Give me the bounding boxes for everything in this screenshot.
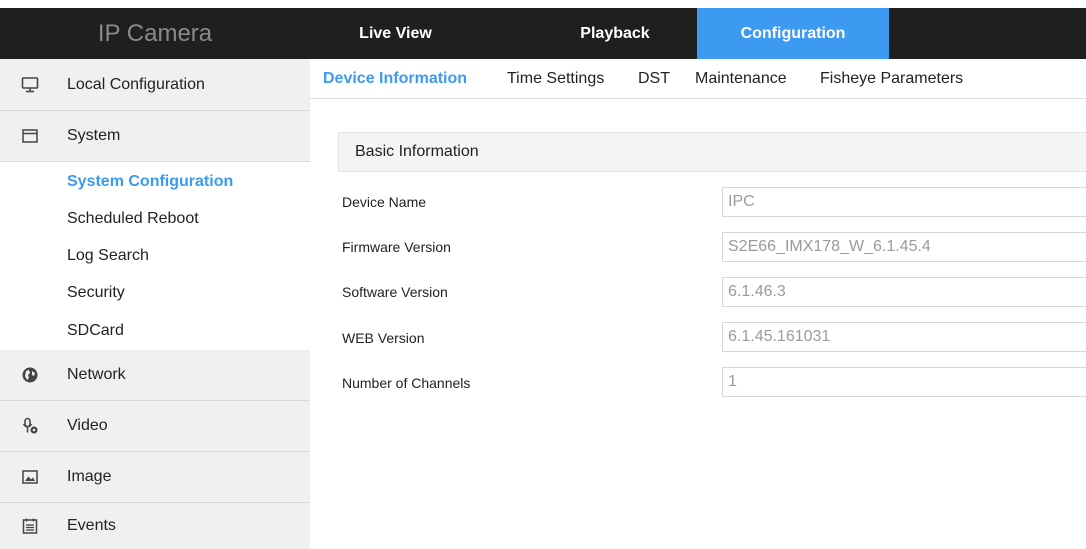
calendar-icon [20, 516, 40, 536]
sidebar-subitem-label: System Configuration [67, 172, 234, 190]
sidebar-subitem-label: Scheduled Reboot [67, 209, 199, 227]
sidebar-subitem-scheduled-reboot[interactable]: Scheduled Reboot [0, 200, 310, 237]
sidebar-subitem-log-search[interactable]: Log Search [0, 237, 310, 274]
monitor-icon [20, 75, 40, 95]
window-icon [20, 126, 40, 146]
sidebar-subitem-system-configuration[interactable]: System Configuration [0, 163, 310, 200]
number-of-channels-field[interactable] [722, 367, 1086, 397]
sidebar-subitem-label: Log Search [67, 246, 149, 264]
sidebar: Local Configuration System System Config… [0, 59, 310, 549]
sidebar-item-video[interactable]: Video [0, 401, 310, 452]
web-version-label: WEB Version [342, 330, 425, 346]
sidebar-item-label: Image [67, 468, 112, 485]
firmware-version-label: Firmware Version [342, 239, 451, 255]
sidebar-subitem-label: SDCard [67, 321, 124, 339]
sidebar-item-local-configuration[interactable]: Local Configuration [0, 59, 310, 111]
tab-dst[interactable]: DST [638, 59, 670, 98]
section-header-basic-information: Basic Information [338, 132, 1086, 172]
sidebar-item-system[interactable]: System [0, 111, 310, 162]
device-name-input[interactable] [723, 188, 1086, 216]
config-tabs: Device Information Time Settings DST Mai… [310, 59, 1086, 99]
brand-title: IP Camera [97, 20, 213, 47]
tab-device-information[interactable]: Device Information [323, 59, 467, 98]
globe-icon [20, 365, 40, 385]
software-version-input[interactable] [723, 278, 1086, 306]
web-version-input[interactable] [723, 323, 1086, 351]
microphone-camera-icon [20, 416, 40, 436]
nav-playback[interactable]: Playback [545, 8, 685, 59]
firmware-version-input[interactable] [723, 233, 1086, 261]
section-title: Basic Information [355, 143, 479, 160]
software-version-label: Software Version [342, 284, 448, 300]
sidebar-item-label: Network [67, 366, 126, 383]
software-version-field[interactable] [722, 277, 1086, 307]
sidebar-item-events[interactable]: Events [0, 503, 310, 549]
nav-configuration[interactable]: Configuration [697, 8, 889, 59]
firmware-version-field[interactable] [722, 232, 1086, 262]
number-of-channels-label: Number of Channels [342, 375, 471, 391]
tab-maintenance[interactable]: Maintenance [695, 59, 787, 98]
sidebar-item-label: Video [67, 417, 108, 434]
device-name-field[interactable] [722, 187, 1086, 217]
sidebar-item-label: Events [67, 517, 116, 534]
sidebar-subitem-security[interactable]: Security [0, 274, 310, 311]
sidebar-item-label: System [67, 127, 121, 144]
web-version-field[interactable] [722, 322, 1086, 352]
device-name-label: Device Name [342, 194, 427, 210]
sidebar-item-image[interactable]: Image [0, 452, 310, 503]
tab-time-settings[interactable]: Time Settings [507, 59, 604, 98]
number-of-channels-input[interactable] [723, 368, 1086, 396]
image-icon [20, 467, 40, 487]
nav-live-view[interactable]: Live View [339, 8, 452, 59]
sidebar-subitem-label: Security [67, 283, 125, 301]
sidebar-item-label: Local Configuration [67, 75, 205, 93]
sidebar-item-network[interactable]: Network [0, 350, 310, 401]
tab-fisheye-parameters[interactable]: Fisheye Parameters [820, 59, 963, 98]
top-navigation-bar: IP Camera Live View Playback Configurati… [0, 8, 1086, 59]
sidebar-subitem-sdcard[interactable]: SDCard [0, 312, 310, 349]
